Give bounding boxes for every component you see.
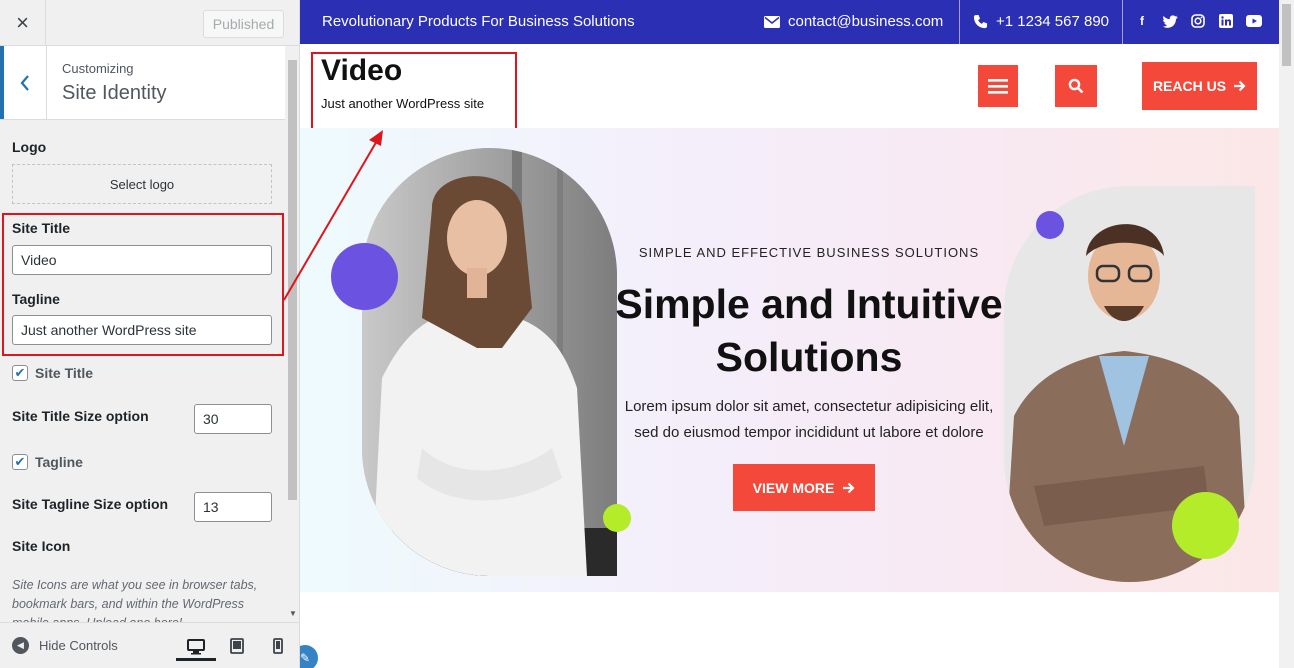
phone-icon [973, 14, 988, 29]
view-more-label: VIEW MORE [752, 479, 835, 496]
breadcrumb: Customizing [62, 61, 134, 76]
section-header: Customizing Site Identity [0, 46, 285, 120]
arrow-right-icon [843, 482, 855, 493]
hero-desc-line2: sed do eiusmod tempor incididunt ut labo… [634, 424, 984, 441]
site-header: Video Just another WordPress site REACH … [300, 44, 1279, 130]
display-tagline-option[interactable]: ✔ Tagline [12, 454, 83, 470]
tablet-preview-button[interactable] [227, 637, 247, 655]
hero-description: Lorem ipsum dolor sit amet, consectetur … [580, 394, 1038, 446]
instagram-icon[interactable] [1190, 13, 1206, 29]
display-title-option[interactable]: ✔ Site Title [12, 365, 93, 381]
site-preview: Revolutionary Products For Business Solu… [300, 0, 1294, 668]
topbar-divider [959, 0, 960, 44]
customizer-sidebar: × Published Customizing Site Identity ▼ … [0, 0, 300, 668]
phone-text[interactable]: +1 1234 567 890 [996, 13, 1109, 30]
preview-scroll-thumb[interactable] [1282, 4, 1291, 66]
tagline-size-input[interactable]: 13 [194, 492, 272, 522]
top-bar: Revolutionary Products For Business Solu… [300, 0, 1279, 44]
edit-shortcut-pencil-icon[interactable]: ✎ [300, 645, 318, 668]
youtube-icon[interactable] [1246, 13, 1262, 29]
envelope-icon [764, 15, 780, 28]
reach-us-button[interactable]: REACH US [1142, 62, 1257, 110]
view-more-button[interactable]: VIEW MORE [733, 464, 875, 511]
sidebar-scrollbar[interactable]: ▼ [285, 46, 299, 622]
search-button[interactable] [1055, 65, 1097, 107]
desktop-icon [187, 638, 205, 654]
hero-title-line2: Solutions [715, 334, 903, 380]
mobile-preview-button[interactable] [268, 637, 288, 655]
hero-section: SIMPLE AND EFFECTIVE BUSINESS SOLUTIONS … [300, 128, 1279, 592]
decor-dot-purple-small [1036, 211, 1064, 239]
hamburger-icon [988, 79, 1008, 94]
display-tagline-checkbox[interactable]: ✔ [12, 454, 28, 470]
topbar-divider [1122, 0, 1123, 44]
back-button[interactable] [0, 46, 47, 119]
facebook-icon[interactable]: f [1134, 13, 1150, 29]
desktop-preview-button[interactable] [176, 631, 216, 661]
tagline-size-label: Site Tagline Size option [12, 496, 169, 512]
decor-dot-purple-large [331, 243, 398, 310]
title-size-label: Site Title Size option [12, 408, 149, 424]
social-links: f [1134, 13, 1262, 29]
decor-dot-green-large [1172, 492, 1239, 559]
highlight-box-controls [2, 213, 284, 356]
hide-controls-label: Hide Controls [39, 638, 118, 653]
tablet-icon [230, 638, 244, 654]
customizer-footer: ◀ Hide Controls [0, 622, 299, 668]
arrow-right-icon [1234, 80, 1246, 92]
title-size-input[interactable]: 30 [194, 404, 272, 434]
hero-title: Simple and Intuitive Solutions [558, 278, 1060, 384]
hero-kicker: SIMPLE AND EFFECTIVE BUSINESS SOLUTIONS [638, 245, 980, 260]
hide-controls-button[interactable]: ◀ Hide Controls [12, 637, 118, 654]
linkedin-icon[interactable] [1218, 13, 1234, 29]
topbar-tagline: Revolutionary Products For Business Solu… [322, 13, 635, 30]
scrollbar-thumb[interactable] [288, 60, 297, 500]
hero-title-line1: Simple and Intuitive [615, 281, 1003, 327]
reach-us-label: REACH US [1152, 78, 1227, 94]
publish-button[interactable]: Published [203, 10, 284, 38]
topbar-email[interactable]: contact@business.com [764, 13, 943, 30]
display-title-label: Site Title [35, 365, 94, 381]
site-icon-label: Site Icon [12, 538, 71, 554]
mobile-icon [273, 638, 283, 654]
section-title: Site Identity [62, 82, 167, 104]
scroll-down-icon[interactable]: ▼ [289, 609, 297, 618]
decor-dot-green-small [603, 504, 631, 532]
collapse-icon: ◀ [12, 637, 29, 654]
search-icon [1068, 78, 1084, 94]
close-icon[interactable]: × [0, 0, 46, 46]
highlight-box-branding [311, 52, 517, 130]
email-text[interactable]: contact@business.com [788, 13, 943, 30]
display-title-checkbox[interactable]: ✔ [12, 365, 28, 381]
chevron-left-icon [20, 74, 29, 91]
menu-toggle-button[interactable] [978, 65, 1018, 107]
topbar-phone[interactable]: +1 1234 567 890 [973, 13, 1109, 30]
customizer-header: × Published [0, 0, 299, 46]
select-logo-button[interactable]: Select logo [12, 164, 272, 204]
twitter-icon[interactable] [1162, 13, 1178, 29]
logo-label: Logo [12, 139, 47, 155]
preview-scrollbar[interactable] [1279, 0, 1294, 668]
hero-desc-line1: Lorem ipsum dolor sit amet, consectetur … [624, 398, 994, 415]
display-tagline-label: Tagline [35, 454, 83, 470]
